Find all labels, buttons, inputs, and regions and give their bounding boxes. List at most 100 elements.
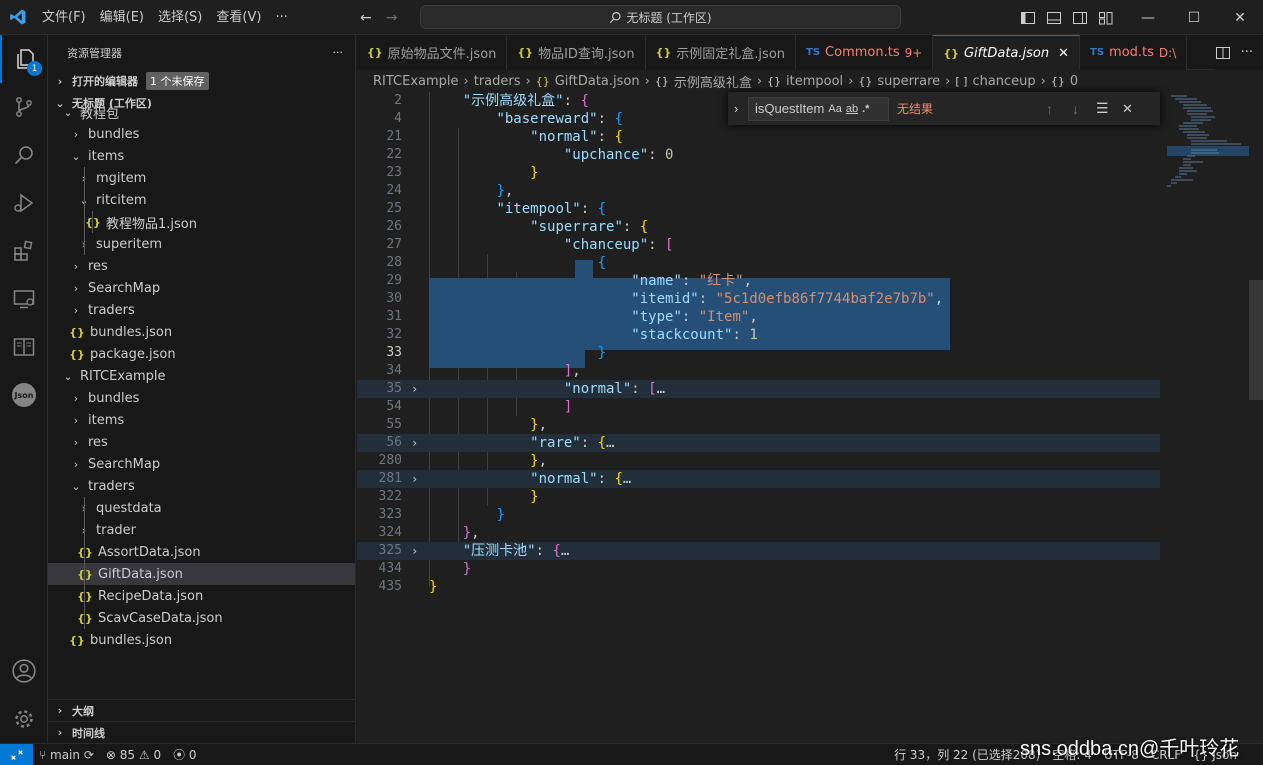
- tree-folder[interactable]: › items: [48, 409, 355, 431]
- branch-status[interactable]: ⑂ main ⟳: [33, 748, 100, 762]
- tree-file[interactable]: {} bundles.json: [48, 629, 355, 651]
- fold-chevron-icon[interactable]: ›: [411, 380, 418, 398]
- fold-chevron-icon[interactable]: ›: [411, 542, 418, 560]
- outline-section[interactable]: › 大纲: [48, 699, 355, 721]
- tree-folder[interactable]: › SearchMap: [48, 453, 355, 475]
- editor-tab[interactable]: TS Common.ts 9+: [796, 35, 934, 70]
- split-editor-icon[interactable]: [1215, 45, 1231, 61]
- breadcrumb-item[interactable]: superrare: [877, 74, 940, 89]
- editor-tab[interactable]: {} 原始物品文件.json: [357, 35, 508, 70]
- tree-folder[interactable]: › res: [48, 431, 355, 453]
- run-debug-activity[interactable]: [0, 179, 48, 227]
- tree-folder[interactable]: ›trader: [48, 519, 355, 541]
- editor-scrollbar[interactable]: [1249, 280, 1263, 400]
- breadcrumb-item[interactable]: GiftData.json: [555, 74, 640, 89]
- command-center[interactable]: 无标题 (工作区): [420, 5, 901, 29]
- back-arrow-icon[interactable]: ←: [360, 10, 372, 26]
- menu-edit[interactable]: 编辑(E): [93, 0, 151, 35]
- accounts-activity[interactable]: [0, 647, 48, 695]
- tree-folder[interactable]: ›questdata: [48, 497, 355, 519]
- close-find-icon[interactable]: ✕: [1122, 101, 1133, 117]
- tree-folder[interactable]: ›mgitem: [48, 167, 355, 189]
- fold-chevron-icon[interactable]: ›: [411, 434, 418, 452]
- tree-file[interactable]: {} GiftData.json: [48, 563, 355, 585]
- tree-folder[interactable]: › bundles: [48, 387, 355, 409]
- breadcrumb-item[interactable]: RITCExample: [373, 74, 459, 89]
- search-activity[interactable]: [0, 131, 48, 179]
- forward-arrow-icon[interactable]: →: [386, 10, 398, 26]
- tree-folder[interactable]: › SearchMap: [48, 277, 355, 299]
- tree-folder[interactable]: ⌄ RITCExample: [48, 365, 355, 387]
- previous-match-icon[interactable]: ↑: [1046, 101, 1053, 117]
- more-actions-icon[interactable]: ···: [1241, 45, 1253, 60]
- code-text: "name": "红卡",: [631, 273, 753, 289]
- breadcrumb-item[interactable]: chanceup: [972, 74, 1035, 89]
- source-control-activity[interactable]: [0, 83, 48, 131]
- toggle-panel-icon[interactable]: [1046, 10, 1062, 26]
- tree-file[interactable]: {} package.json: [48, 651, 355, 657]
- breadcrumb-item[interactable]: traders: [474, 74, 521, 89]
- menu-view[interactable]: 查看(V): [209, 0, 268, 35]
- tree-folder[interactable]: ⌄ traders: [48, 475, 355, 497]
- toggle-secondary-sidebar-icon[interactable]: [1072, 10, 1088, 26]
- fold-chevron-icon[interactable]: ›: [411, 470, 418, 488]
- tree-folder[interactable]: › res: [48, 255, 355, 277]
- menu-more[interactable]: ···: [268, 0, 294, 35]
- explorer-activity[interactable]: 1: [0, 35, 48, 83]
- explorer-more-icon[interactable]: ···: [333, 46, 344, 59]
- ports-status[interactable]: ⦿ 0: [167, 746, 202, 763]
- tree-folder[interactable]: › bundles: [48, 123, 355, 145]
- tree-folder[interactable]: ⌄ 教程包: [48, 101, 355, 123]
- remote-indicator[interactable]: [0, 743, 33, 765]
- timeline-section[interactable]: › 时间线: [48, 721, 355, 743]
- json-activity[interactable]: Json: [0, 371, 48, 419]
- tab-label: Common.ts: [825, 45, 900, 60]
- code-line: 27 "chanceup": [: [357, 236, 1160, 254]
- code-editor[interactable]: 2 "示例高级礼盒": {4 "basereward": {21 "normal…: [357, 92, 1263, 743]
- tree-file[interactable]: {} AssortData.json: [48, 541, 355, 563]
- maximize-icon[interactable]: ☐: [1171, 0, 1217, 35]
- tree-folder[interactable]: ›superitem: [48, 233, 355, 255]
- customize-layout-icon[interactable]: [1098, 10, 1114, 26]
- tree-item-label: bundles.json: [90, 632, 173, 648]
- editor-tab[interactable]: {} GiftData.json ✕: [933, 35, 1080, 70]
- breadcrumb-item[interactable]: 0: [1070, 74, 1078, 89]
- close-tab-icon[interactable]: ✕: [1058, 46, 1069, 61]
- editor-tab[interactable]: TS mod.ts D:\: [1080, 35, 1188, 70]
- toggle-replace-icon[interactable]: ›: [734, 101, 738, 116]
- breadcrumb-item[interactable]: 示例高级礼盒: [674, 72, 752, 91]
- breadcrumb-separator-icon: ›: [644, 73, 650, 89]
- close-window-icon[interactable]: ✕: [1217, 0, 1263, 35]
- tree-folder[interactable]: ⌄ritcitem: [48, 189, 355, 211]
- next-match-icon[interactable]: ↓: [1072, 101, 1079, 117]
- code-text: }: [530, 165, 539, 181]
- menu-file[interactable]: 文件(F): [35, 0, 93, 35]
- tree-folder[interactable]: › traders: [48, 299, 355, 321]
- whole-word-icon[interactable]: ab: [846, 103, 858, 115]
- extensions-activity[interactable]: [0, 227, 48, 275]
- toggle-primary-sidebar-icon[interactable]: [1020, 10, 1036, 26]
- manage-activity[interactable]: [0, 695, 48, 743]
- remote-explorer-activity[interactable]: [0, 275, 48, 323]
- tree-folder[interactable]: ⌄ items: [48, 145, 355, 167]
- minimize-icon[interactable]: —: [1125, 0, 1171, 35]
- find-in-selection-icon[interactable]: ☰: [1096, 100, 1109, 117]
- minimap[interactable]: [1167, 92, 1249, 232]
- tree-file[interactable]: {} package.json: [48, 343, 355, 365]
- tree-file[interactable]: {} 教程物品1.json: [48, 211, 355, 233]
- tree-item-label: 教程物品1.json: [106, 216, 197, 232]
- breadcrumb-item[interactable]: itempool: [786, 74, 843, 89]
- problems-status[interactable]: ⊗ 85 ⚠ 0: [100, 748, 167, 762]
- editor-tab[interactable]: {} 物品ID查询.json: [507, 35, 646, 70]
- menu-selection[interactable]: 选择(S): [151, 0, 209, 35]
- book-activity[interactable]: [0, 323, 48, 371]
- editor-tab[interactable]: {} 示例固定礼盒.json: [645, 35, 797, 70]
- regex-icon[interactable]: .*: [862, 103, 869, 115]
- line-number: 34: [386, 363, 402, 378]
- open-editors-section[interactable]: › 打开的编辑器 1 个未保存: [48, 70, 355, 92]
- find-input[interactable]: isQuestItem Aa ab .*: [748, 96, 889, 121]
- match-case-icon[interactable]: Aa: [828, 103, 841, 115]
- tree-file[interactable]: {} bundles.json: [48, 321, 355, 343]
- tree-file[interactable]: {} RecipeData.json: [48, 585, 355, 607]
- tree-file[interactable]: {} ScavCaseData.json: [48, 607, 355, 629]
